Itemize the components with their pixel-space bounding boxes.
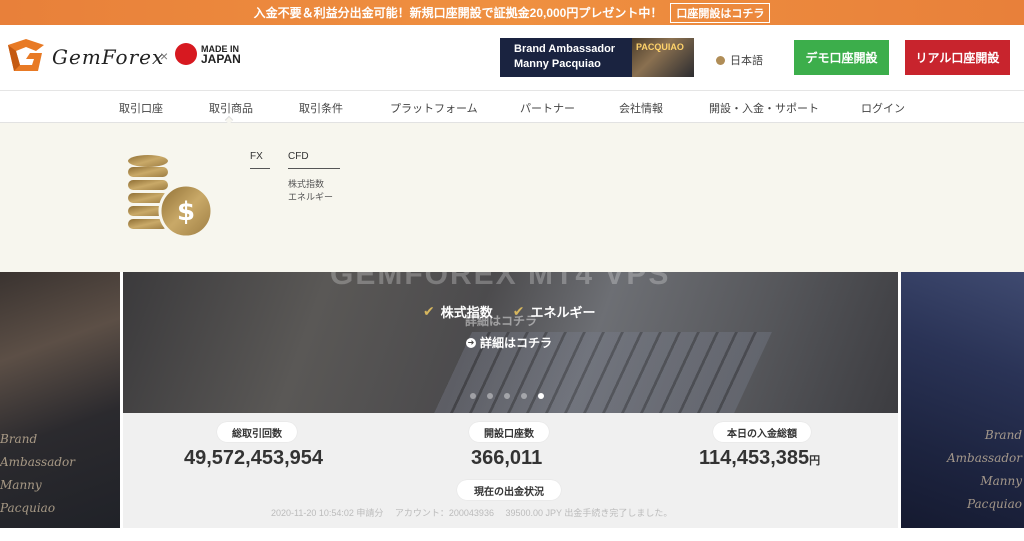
dropdown-fx-link[interactable]: FX (250, 151, 270, 169)
coins-dollar-icon: $ (128, 155, 214, 239)
ambassador-caption-left: Brand Ambassador Manny Pacquiao (0, 428, 75, 520)
dropdown-cfd-column: CFD 株式指数 エネルギー (288, 151, 340, 204)
logo-times-sign: × (160, 48, 169, 64)
withdraw-ticker: 2020-11-20 10:54:02 申請分 アカウント：200043936 … (271, 508, 673, 518)
promo-cta-link[interactable]: 口座開設はコチラ (670, 2, 771, 23)
gemforex-g-icon (8, 39, 44, 71)
ambassador-caption-right: Brand Ambassador Manny Pacquiao (947, 424, 1022, 516)
hero-detail-label: 詳細はコチラ (480, 336, 553, 350)
nav-item-products[interactable]: 取引商品 (209, 100, 253, 116)
accounts-value: 366,011 (471, 447, 543, 469)
made-in-japan-badge: MADE IN JAPAN (175, 43, 245, 65)
ambassador-banner[interactable]: Brand Ambassador Manny Pacquiao PACQUIAO (500, 38, 694, 77)
slider-dot[interactable] (521, 393, 527, 399)
dropdown-cfd-link[interactable]: CFD (288, 151, 340, 169)
japan-flag-icon (175, 43, 197, 65)
check-icon: ✔ (423, 303, 435, 319)
main-nav: 取引口座 取引商品 取引条件 プラットフォーム パートナー 会社情報 開設・入金… (0, 91, 1024, 125)
caption-line: Brand (984, 428, 1022, 442)
dropdown-stock-index-link[interactable]: 株式指数 (288, 177, 340, 191)
total-trades-value: 49,572,453,954 (184, 447, 324, 469)
caption-line: Pacquiao (966, 497, 1022, 511)
demo-account-button[interactable]: デモ口座開設 (794, 40, 889, 75)
dropdown-fx-column: FX (250, 151, 270, 169)
language-label: 日本語 (730, 55, 763, 67)
withdraw-status-label: 現在の出金状況 (457, 480, 561, 500)
deposits-value: 114,453,385 (699, 447, 810, 469)
arrow-right-circle-icon: ➜ (466, 337, 476, 348)
slider-dot-active[interactable] (538, 393, 544, 399)
nav-item-login[interactable]: ログイン (861, 100, 905, 116)
slider-dot[interactable] (470, 393, 476, 399)
caption-line: Ambassador (0, 455, 75, 469)
pacquiao-photo: PACQUIAO (632, 38, 694, 77)
promo-banner: 入金不要＆利益分出金可能！新規口座開設で証拠金20,000円プレゼント中！ 口座… (0, 0, 1024, 25)
deposits-value-wrap: 114,453,385円 (699, 447, 820, 470)
nav-item-support[interactable]: 開設・入金・サポート (709, 100, 819, 116)
slider-dots (470, 393, 544, 399)
ambassador-photo-left: Brand Ambassador Manny Pacquiao (0, 272, 120, 528)
hero-detail-link[interactable]: ➜ 詳細はコチラ (466, 334, 552, 351)
japan-label: JAPAN (201, 51, 241, 66)
dropdown-energy-link[interactable]: エネルギー (288, 190, 340, 204)
nav-item-partner[interactable]: パートナー (520, 100, 575, 116)
ambassador-photo-right: Brand Ambassador Manny Pacquiao (901, 272, 1024, 528)
accounts-label: 開設口座数 (469, 422, 549, 442)
promo-text: 入金不要＆利益分出金可能！新規口座開設で証拠金20,000円プレゼント中！ (253, 6, 663, 20)
pacquiao-photo-label: PACQUIAO (636, 42, 684, 52)
hero-faded-title: GEMFOREX MT4 VPS (330, 272, 671, 291)
hero-ghost-link: 詳細はコチラ (465, 314, 538, 328)
deposits-label: 本日の入金総額 (713, 422, 811, 442)
svg-text:$: $ (177, 197, 195, 227)
products-dropdown: $ FX CFD 株式指数 エネルギー (0, 123, 1024, 272)
language-selector[interactable]: 日本語 (716, 52, 763, 68)
real-account-button[interactable]: リアル口座開設 (905, 40, 1010, 75)
nav-item-company[interactable]: 会社情報 (619, 100, 663, 116)
stats-panel: 総取引回数 49,572,453,954 開設口座数 366,011 本日の入金… (123, 413, 898, 528)
slider-dot[interactable] (504, 393, 510, 399)
logo-wordmark: GemForex (52, 45, 165, 69)
slider-dot[interactable] (487, 393, 493, 399)
hero-tag-label: エネルギー (530, 305, 596, 320)
nav-item-platform[interactable]: プラットフォーム (390, 100, 478, 116)
caption-line: Manny (0, 478, 42, 492)
caption-line: Brand (0, 432, 38, 446)
nav-item-conditions[interactable]: 取引条件 (299, 100, 343, 116)
globe-icon (716, 55, 725, 65)
caption-line: Manny (980, 474, 1022, 488)
site-header: GemForex × MADE IN JAPAN Brand Ambassado… (0, 25, 1024, 91)
caption-line: Pacquiao (0, 501, 56, 515)
caption-line: Ambassador (947, 451, 1022, 465)
hero-slider: GEMFOREX MT4 VPS ✔ 株式指数 ✔ エネルギー 詳細はコチラ ➜ 詳… (123, 272, 898, 413)
total-trades-label: 総取引回数 (217, 422, 297, 442)
deposits-unit: 円 (809, 455, 821, 467)
nav-item-accounts[interactable]: 取引口座 (119, 100, 163, 116)
gemforex-logo[interactable]: GemForex (6, 37, 166, 81)
